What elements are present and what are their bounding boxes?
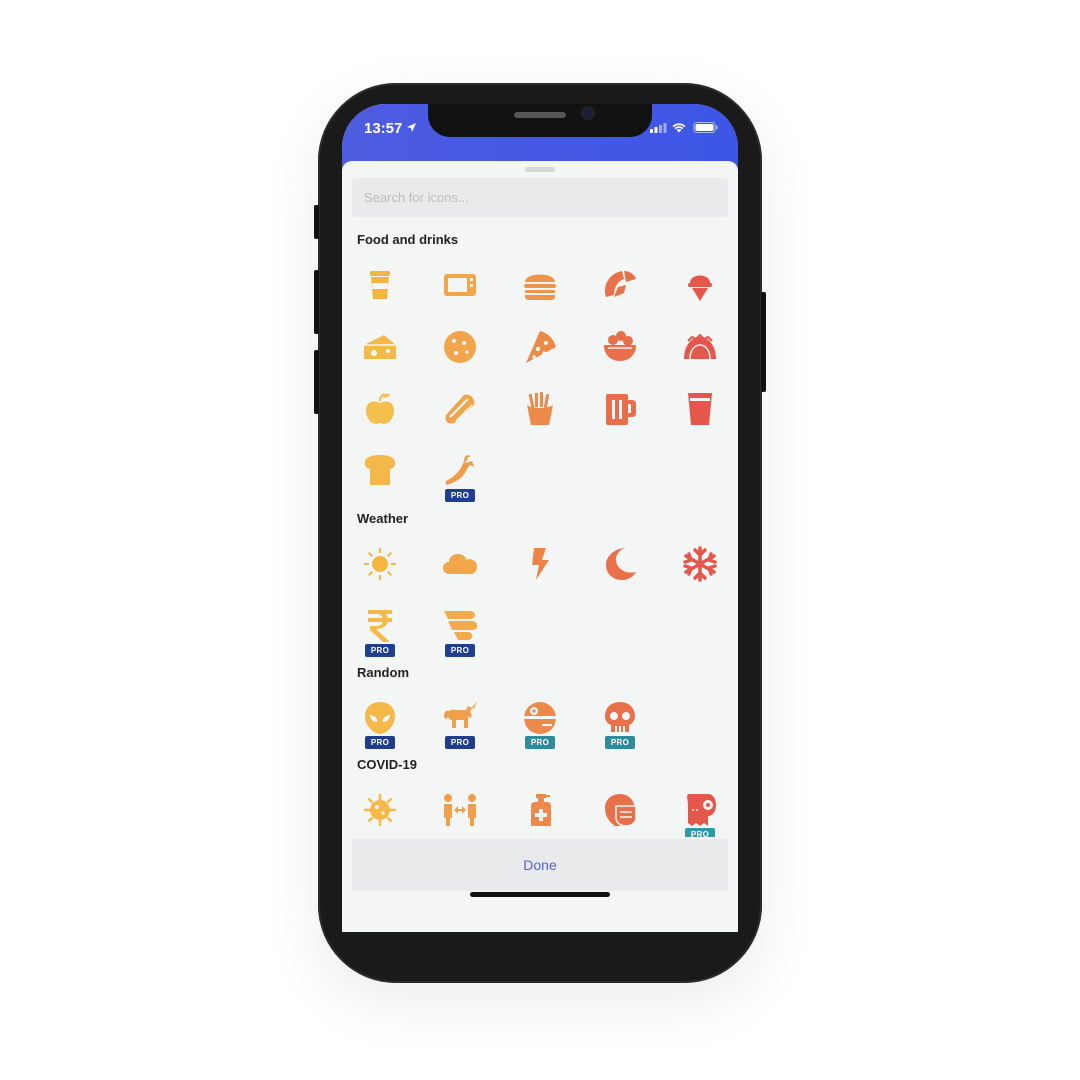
icon-cell-glass[interactable] <box>670 379 730 439</box>
virus-icon <box>364 794 396 826</box>
icon-cell-ice-cream[interactable] <box>670 255 730 315</box>
skull-icon <box>605 702 635 732</box>
icon-cell-rupee[interactable]: PRO <box>350 596 410 657</box>
taco-icon <box>684 333 716 360</box>
bread-icon <box>364 455 396 485</box>
section-title-random: Random <box>357 665 409 680</box>
burrito-icon <box>445 394 475 424</box>
icon-cell-microwave[interactable] <box>430 255 490 315</box>
icon-cell-face-mask[interactable] <box>590 780 650 837</box>
screen: 13:57 Search for icons... Food and drink… <box>342 104 738 932</box>
social-distance-icon <box>444 794 476 826</box>
icon-cell-death-star[interactable]: PRO <box>510 688 570 749</box>
icon-cell-bread[interactable] <box>350 441 410 501</box>
beer-mug-icon <box>606 394 636 425</box>
speaker <box>514 112 566 118</box>
icon-cell-taco[interactable] <box>670 317 730 377</box>
section-title-food-and-drinks: Food and drinks <box>357 232 459 247</box>
status-time: 13:57 <box>364 120 403 137</box>
pro-badge: PRO <box>685 828 715 837</box>
icon-cell-french-fries[interactable] <box>510 379 570 439</box>
system-status-icons <box>650 122 718 133</box>
signal-icon <box>650 123 667 133</box>
face-mask-icon <box>605 794 637 827</box>
coffee-cup-icon <box>370 271 390 299</box>
death-star-icon <box>524 702 556 734</box>
sheet-grabber[interactable] <box>525 167 555 172</box>
pro-badge: PRO <box>605 736 635 749</box>
hamburger-icon <box>524 274 556 300</box>
section-title-covid-19: COVID-19 <box>357 757 417 772</box>
pro-badge: PRO <box>365 736 395 749</box>
cheese-icon <box>364 335 396 359</box>
icon-list[interactable]: Food and drinks PRO Weather PRO PRO Rand… <box>342 225 738 837</box>
icon-cell-lightning-bolt[interactable] <box>510 534 570 594</box>
icon-cell-salad-bowl[interactable] <box>590 317 650 377</box>
icon-cell-burrito[interactable] <box>430 379 490 439</box>
location-arrow-icon <box>407 123 416 132</box>
notch <box>428 104 652 137</box>
icon-cell-unicorn[interactable]: PRO <box>430 688 490 749</box>
wifi-icon <box>672 123 686 133</box>
icon-cell-skull[interactable]: PRO <box>590 688 650 749</box>
icon-cell-pepper[interactable]: PRO <box>430 441 490 502</box>
hand-sanitizer-icon <box>531 794 551 826</box>
snowflake-icon <box>683 546 717 582</box>
icon-cell-moon[interactable] <box>590 534 650 594</box>
icon-cell-snowflake[interactable] <box>670 534 730 594</box>
cookie-icon <box>444 331 476 363</box>
icon-cell-cloud[interactable] <box>430 534 490 594</box>
toilet-paper-icon <box>687 794 716 826</box>
camera <box>583 108 593 118</box>
icon-cell-toilet-paper[interactable]: PRO <box>670 780 730 837</box>
moon-icon <box>606 548 636 580</box>
alien-icon <box>365 702 395 734</box>
icon-cell-coffee-cup[interactable] <box>350 255 410 315</box>
icon-cell-wind[interactable]: PRO <box>430 596 490 657</box>
pro-badge: PRO <box>445 644 475 657</box>
french-fries-icon <box>527 392 553 425</box>
icon-cell-virus[interactable] <box>350 780 410 837</box>
home-indicator <box>470 892 610 897</box>
icon-cell-croissant[interactable] <box>590 255 650 315</box>
icon-cell-hand-sanitizer[interactable] <box>510 780 570 837</box>
icon-cell-cheese[interactable] <box>350 317 410 377</box>
wind-icon <box>444 611 477 640</box>
rupee-icon <box>368 610 392 642</box>
volume-up-button <box>314 270 319 334</box>
volume-down-button <box>314 350 319 414</box>
glass-icon <box>688 393 712 425</box>
power-button <box>761 292 766 392</box>
unicorn-icon <box>444 701 477 728</box>
icon-picker-sheet: Food and drinks <box>342 161 738 932</box>
sun-icon <box>364 548 396 580</box>
cloud-icon <box>443 554 477 574</box>
lightning-bolt-icon <box>532 548 549 580</box>
icon-cell-cookie[interactable] <box>430 317 490 377</box>
pro-badge: PRO <box>445 489 475 502</box>
croissant-icon <box>604 271 636 297</box>
icon-cell-apple[interactable] <box>350 379 410 439</box>
salad-bowl-icon <box>604 331 636 361</box>
pro-badge: PRO <box>525 736 555 749</box>
battery-icon <box>693 122 718 133</box>
apple-icon <box>365 393 395 424</box>
icon-cell-hamburger[interactable] <box>510 255 570 315</box>
mute-switch <box>314 205 319 239</box>
done-button[interactable]: Done <box>352 839 728 891</box>
pro-badge: PRO <box>445 736 475 749</box>
pepper-icon <box>446 455 474 485</box>
pizza-slice-icon <box>526 331 556 363</box>
section-title-weather: Weather <box>357 511 409 526</box>
icon-cell-alien[interactable]: PRO <box>350 688 410 749</box>
search-input[interactable] <box>352 178 728 217</box>
icon-cell-sun[interactable] <box>350 534 410 594</box>
ice-cream-icon <box>688 275 712 301</box>
icon-cell-beer-mug[interactable] <box>590 379 650 439</box>
microwave-icon <box>444 274 476 296</box>
pro-badge: PRO <box>365 644 395 657</box>
icon-cell-social-distance[interactable] <box>430 780 490 837</box>
icon-cell-pizza-slice[interactable] <box>510 317 570 377</box>
